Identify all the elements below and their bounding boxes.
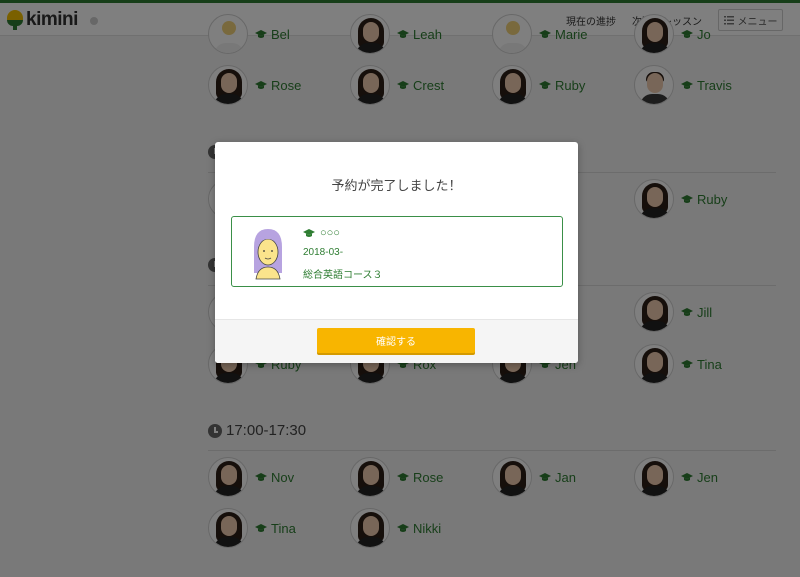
booking-complete-modal: 予約が完了しました！ ○○○ 2018-03- 総合英語コース３ 確認する	[215, 142, 578, 363]
card-teacher-row: ○○○	[303, 227, 340, 239]
reservation-card: ○○○ 2018-03- 総合英語コース３	[231, 216, 563, 287]
modal-footer: 確認する	[215, 319, 578, 363]
confirm-button[interactable]: 確認する	[317, 328, 475, 353]
graduation-cap-icon	[303, 229, 315, 237]
teacher-illustration-icon	[254, 229, 282, 280]
card-lesson-date: 2018-03-	[303, 247, 344, 258]
card-course-name: 総合英語コース３	[303, 270, 383, 281]
card-teacher-name: ○○○	[320, 227, 340, 239]
modal-title: 予約が完了しました！	[331, 178, 462, 193]
